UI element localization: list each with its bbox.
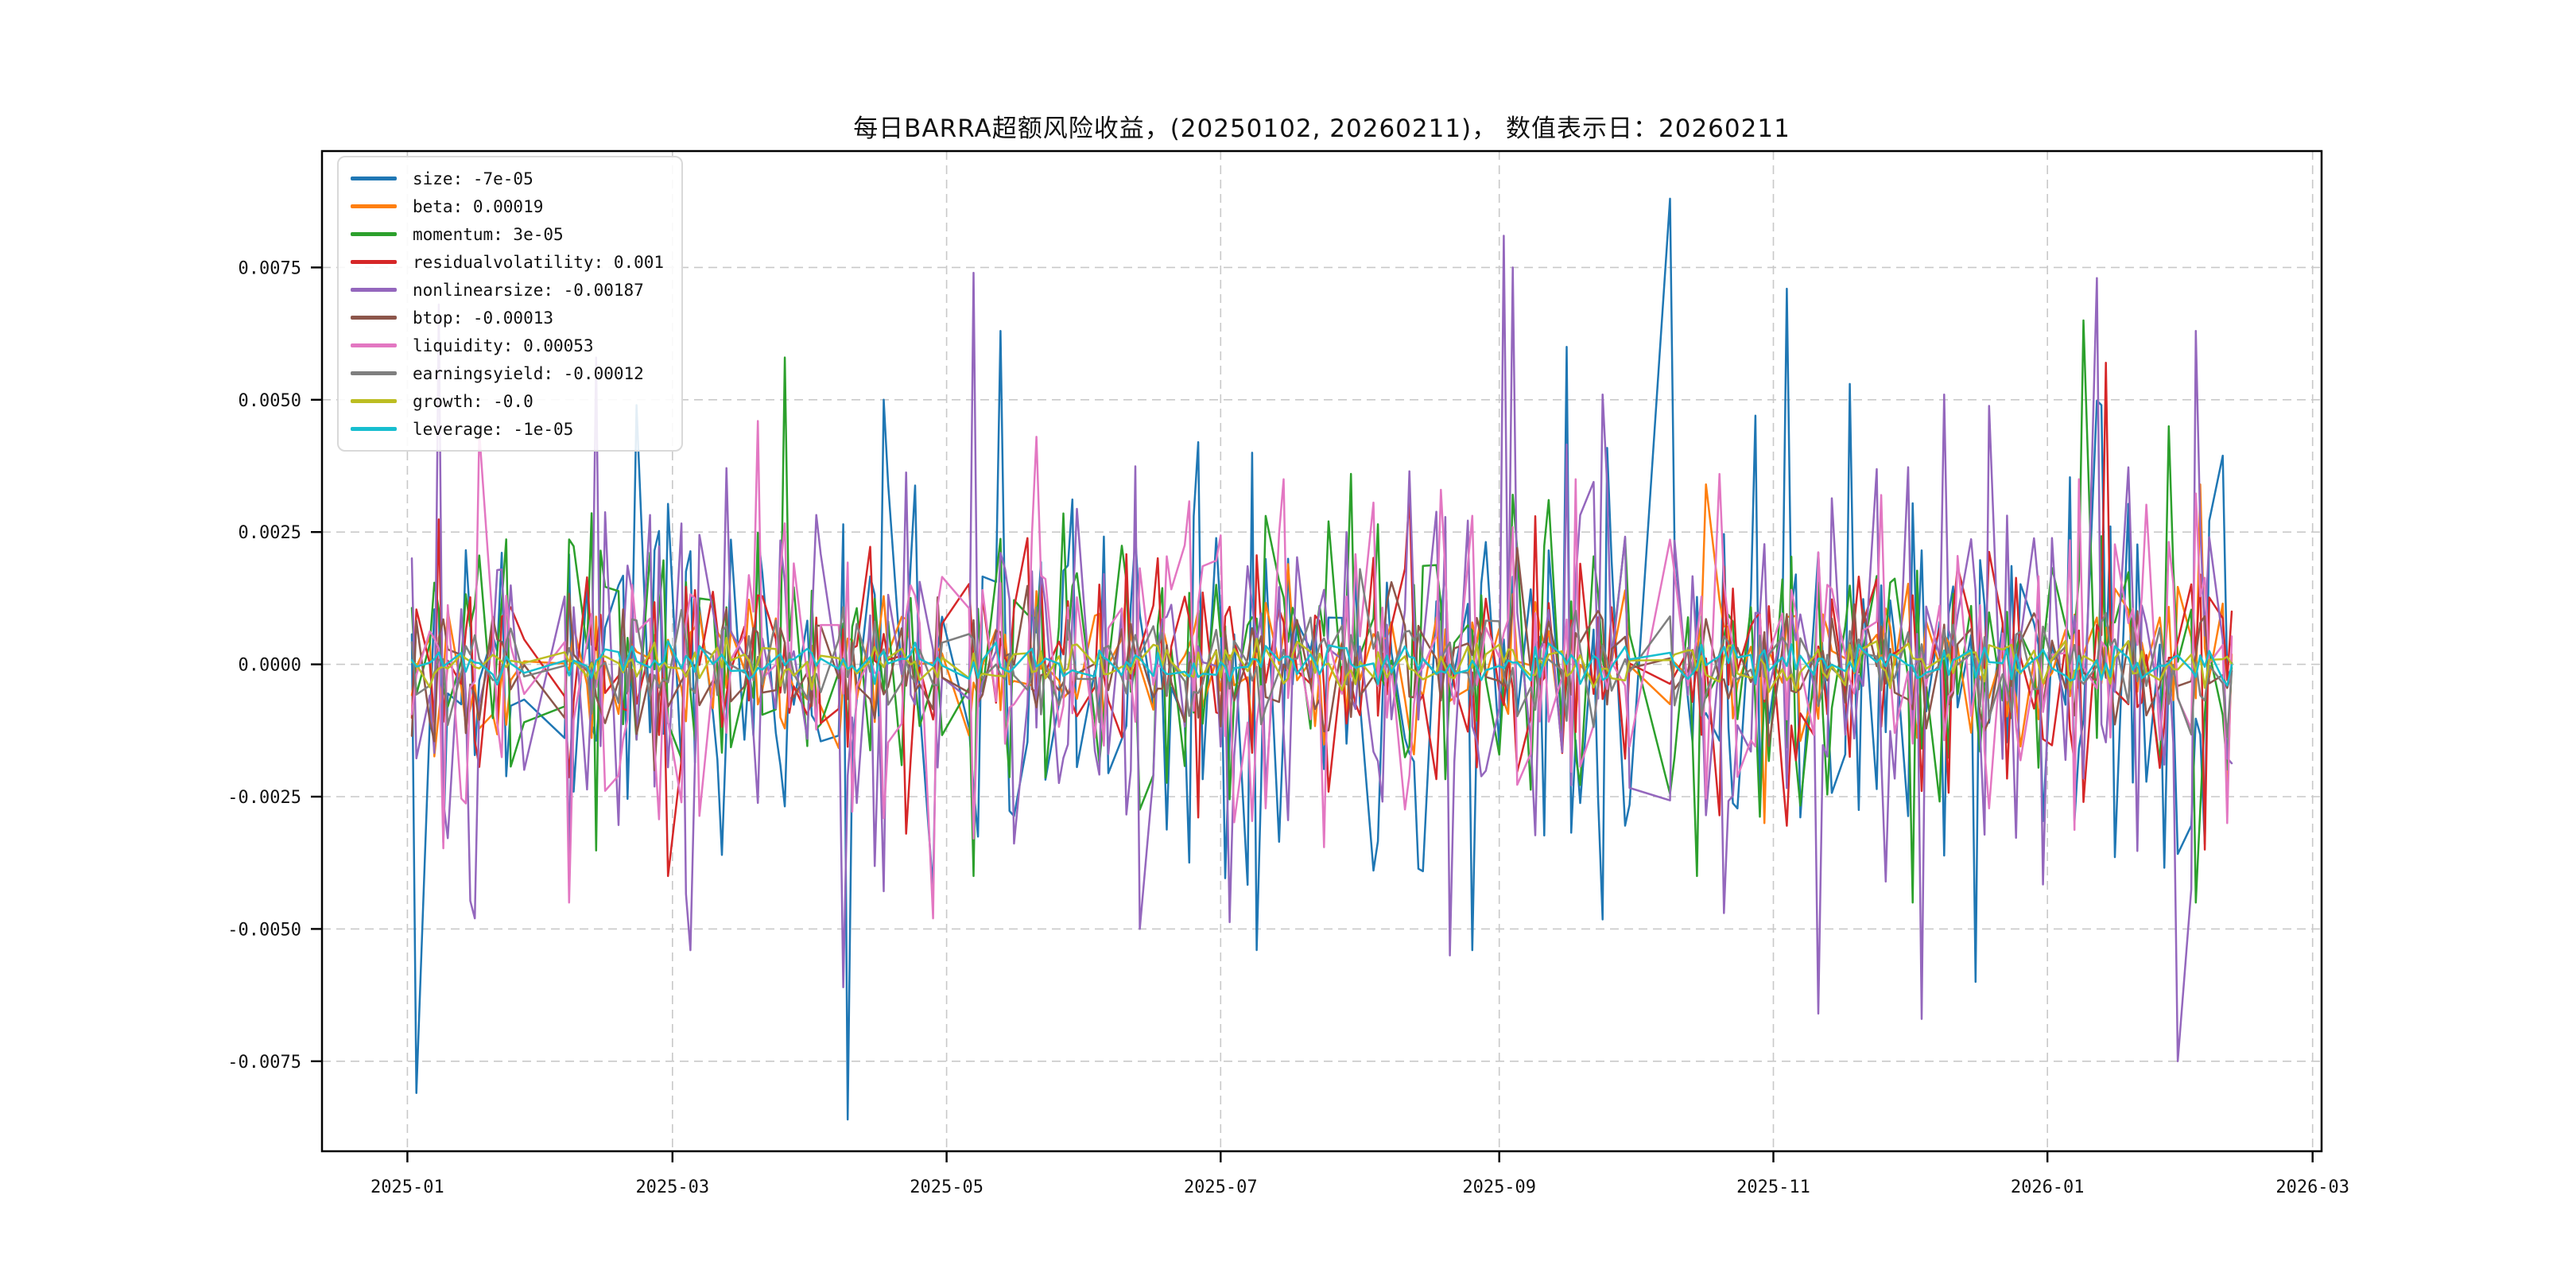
legend-item-growth: growth: -0.0 — [351, 387, 664, 415]
legend-label: nonlinearsize: -0.00187 — [413, 280, 644, 300]
y-tick-label: 0.0050 — [239, 391, 301, 411]
legend-swatch-leverage — [351, 427, 397, 431]
x-tick-label: 2026-01 — [2011, 1177, 2085, 1197]
legend-label: momentum: 3e-05 — [413, 224, 564, 244]
x-tick-label: 2025-03 — [635, 1177, 709, 1197]
legend-swatch-residualvolatility — [351, 260, 397, 264]
legend-item-size: size: -7e-05 — [351, 165, 664, 192]
legend-label: leverage: -1e-05 — [413, 419, 574, 439]
legend-swatch-btop — [351, 316, 397, 320]
legend-item-nonlinearsize: nonlinearsize: -0.00187 — [351, 276, 664, 304]
legend-swatch-beta — [351, 204, 397, 208]
legend-item-btop: btop: -0.00013 — [351, 304, 664, 332]
x-tick-label: 2025-09 — [1462, 1177, 1536, 1197]
legend-item-momentum: momentum: 3e-05 — [351, 220, 664, 248]
x-tick-label: 2026-03 — [2275, 1177, 2349, 1197]
x-tick-label: 2025-07 — [1184, 1177, 1258, 1197]
x-tick-label: 2025-01 — [370, 1177, 444, 1197]
legend-swatch-size — [351, 177, 397, 180]
legend-item-earningsyield: earningsyield: -0.00012 — [351, 359, 664, 387]
legend-label: growth: -0.0 — [413, 391, 533, 411]
legend-swatch-nonlinearsize — [351, 288, 397, 292]
y-tick-label: -0.0025 — [227, 788, 301, 808]
y-tick-label: 0.0000 — [239, 656, 301, 676]
legend-swatch-earningsyield — [351, 371, 397, 375]
legend-label: liquidity: 0.00053 — [413, 336, 594, 355]
legend-item-residualvolatility: residualvolatility: 0.001 — [351, 248, 664, 276]
legend-label: btop: -0.00013 — [413, 308, 554, 328]
legend: size: -7e-05 beta: 0.00019 momentum: 3e-… — [337, 156, 684, 452]
legend-swatch-growth — [351, 399, 397, 403]
series-lines — [410, 197, 2233, 1121]
legend-label: size: -7e-05 — [413, 169, 533, 188]
barra-daily-returns-figure: 每日BARRA超额风险收益，(20250102, 20260211)， 数值表示… — [0, 0, 2576, 1288]
legend-item-beta: beta: 0.00019 — [351, 192, 664, 220]
y-tick-label: 0.0075 — [239, 258, 301, 278]
legend-item-leverage: leverage: -1e-05 — [351, 415, 664, 443]
x-tick-label: 2025-05 — [910, 1177, 983, 1197]
legend-swatch-liquidity — [351, 343, 397, 347]
y-tick-label: -0.0075 — [227, 1053, 301, 1073]
legend-swatch-momentum — [351, 232, 397, 236]
legend-item-liquidity: liquidity: 0.00053 — [351, 332, 664, 359]
legend-label: residualvolatility: 0.001 — [413, 252, 665, 272]
y-tick-label: 0.0025 — [239, 523, 301, 543]
x-tick-label: 2025-11 — [1736, 1177, 1810, 1197]
legend-label: beta: 0.00019 — [413, 196, 544, 216]
y-tick-label: -0.0050 — [227, 920, 301, 940]
legend-label: earningsyield: -0.00012 — [413, 363, 644, 383]
